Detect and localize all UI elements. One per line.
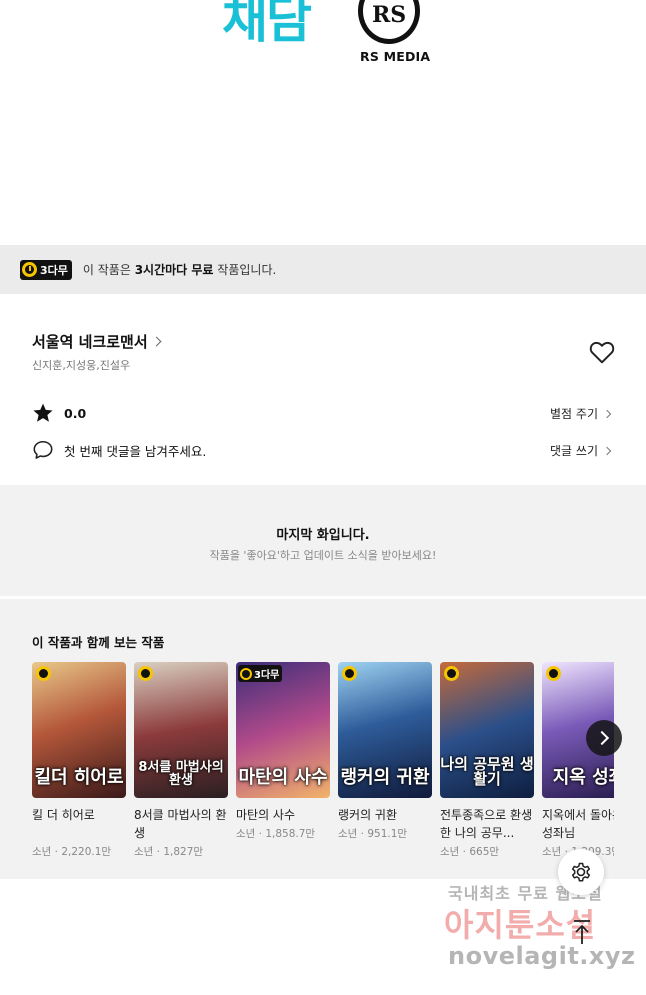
arrow-up-icon (574, 920, 590, 944)
cover-title-art: 나의 공무원 생활기 (440, 754, 534, 789)
chaedam-logo: 채담 (222, 0, 312, 49)
cover-image[interactable]: 나의 공무원 생활기 (440, 662, 534, 798)
scroll-to-top-button[interactable] (560, 910, 604, 954)
clock-icon (342, 666, 357, 681)
series-authors: 신지훈,지성웅,진설우 (32, 359, 131, 372)
chevron-right-icon (602, 446, 612, 455)
cover-title-art: 8서클 마법사의 환생 (138, 759, 224, 789)
rate-button-label: 별점 주기 (550, 407, 598, 421)
rate-button[interactable]: 별점 주기 (550, 405, 612, 422)
chevron-right-icon (602, 409, 612, 418)
star-icon (33, 403, 53, 422)
card-meta: 소년 · 1,827만 (134, 846, 204, 858)
free-banner-text-pre: 이 작품은 (82, 263, 135, 277)
clock-icon (444, 666, 459, 681)
cover-image[interactable]: 8서클 마법사의 환생 (134, 662, 228, 798)
rs-media-logo-mark: RS (358, 0, 420, 44)
free-banner-text: 이 작품은 3시간마다 무료 작품입니다. (83, 261, 276, 278)
card-title[interactable]: 마탄의 사수 (236, 806, 330, 824)
recommended-card[interactable]: 3다무 마탄의 사수 마탄의 사수 소년 · 1,858.7만 (236, 662, 330, 841)
recommended-card[interactable]: 나의 공무원 생활기 전투종족으로 환생한 나의 공무... 소년 · 665만 (440, 662, 534, 859)
card-meta: 소년 · 1,858.7만 (236, 828, 316, 840)
recommended-card[interactable]: 지옥 성좌 지옥에서 돌아온 성좌님 소년 · 1,209.3만 (542, 662, 614, 859)
wait-free-badge: 3다무 (20, 259, 72, 280)
card-title[interactable]: 전투종족으로 환생한 나의 공무... (440, 806, 534, 842)
card-meta: 소년 · 665만 (440, 846, 500, 858)
last-episode-notice: 마지막 화입니다. 작품을 '좋아요'하고 업데이트 소식을 받아보세요! (0, 482, 646, 596)
wait-free-badge-label: 3다무 (40, 263, 68, 277)
write-comment-button[interactable]: 댓글 쓰기 (550, 442, 612, 459)
wait-free-badge-label: 3다무 (254, 670, 280, 681)
clock-icon (22, 262, 37, 277)
free-banner-text-post: 작품입니다. (213, 263, 277, 277)
cover-title-art: 마탄의 사수 (238, 767, 328, 789)
gear-icon (571, 862, 591, 882)
recommended-card[interactable]: 킬더 히어로 킬 더 히어로 소년 · 2,220.1만 (32, 662, 126, 859)
card-meta: 소년 · 2,220.1만 (32, 846, 112, 858)
publisher-logos: 채담 RS RS MEDIA (0, 0, 646, 245)
card-title[interactable]: 지옥에서 돌아온 성좌님 (542, 806, 614, 842)
chevron-right-icon (151, 336, 162, 347)
recommended-section: 이 작품과 함께 보는 작품 킬더 히어로 킬 더 히어로 소년 · 2,220… (0, 596, 646, 879)
clock-icon (546, 666, 561, 681)
wait-free-badge: 3다무 (238, 665, 283, 682)
cover-title-art: 랭커의 귀환 (340, 767, 430, 789)
card-title[interactable]: 8서클 마법사의 환생 (134, 806, 228, 842)
recommended-card[interactable]: 랭커의 귀환 랭커의 귀환 소년 · 951.1만 (338, 662, 432, 841)
cover-title-art: 지옥 성좌 (552, 767, 614, 789)
write-comment-label: 댓글 쓰기 (550, 444, 598, 458)
carousel-next-button[interactable] (586, 720, 622, 756)
rating-value: 0.0 (64, 405, 87, 421)
recommended-card[interactable]: 8서클 마법사의 환생 8서클 마법사의 환생 소년 · 1,827만 (134, 662, 228, 859)
card-title[interactable]: 킬 더 히어로 (32, 806, 126, 842)
heart-icon[interactable] (589, 340, 615, 364)
comment-row: 첫 번째 댓글을 남겨주세요. (32, 439, 206, 461)
card-meta: 소년 · 951.1만 (338, 828, 408, 840)
cover-image[interactable]: 랭커의 귀환 (338, 662, 432, 798)
rs-mark-text: RS (372, 2, 407, 28)
series-title: 서울역 네크로맨서 (32, 333, 148, 351)
last-episode-subtitle: 작품을 '좋아요'하고 업데이트 소식을 받아보세요! (209, 549, 437, 562)
settings-button[interactable] (558, 849, 604, 895)
comment-bubble-icon (33, 440, 53, 459)
free-banner-text-bold: 3시간마다 무료 (134, 263, 214, 277)
card-title[interactable]: 랭커의 귀환 (338, 806, 432, 824)
comment-prompt: 첫 번째 댓글을 남겨주세요. (64, 443, 207, 459)
free-every-3-hours-banner: 3다무 이 작품은 3시간마다 무료 작품입니다. (0, 245, 646, 294)
series-info: 서울역 네크로맨서 신지훈,지성웅,진설우 0.0 별점 주기 첫 번째 댓글을… (0, 294, 646, 482)
clock-icon (138, 666, 153, 681)
rating-row: 0.0 (32, 402, 86, 424)
last-episode-title: 마지막 화입니다. (276, 528, 370, 543)
clock-icon (240, 667, 252, 680)
series-title-link[interactable]: 서울역 네크로맨서 (32, 331, 162, 352)
recommended-carousel[interactable]: 킬더 히어로 킬 더 히어로 소년 · 2,220.1만 8서클 마법사의 환생… (32, 662, 614, 877)
cover-image[interactable]: 3다무 마탄의 사수 (236, 662, 330, 798)
cover-title-art: 킬더 히어로 (34, 767, 124, 789)
site-watermark: 국내최초 무료 웹소설 아지툰소설 novelagit.xyz (444, 880, 644, 980)
rs-media-logo-text: RS MEDIA (360, 49, 431, 64)
recommended-heading: 이 작품과 함께 보는 작품 (32, 635, 165, 650)
watermark-line3: novelagit.xyz (448, 942, 636, 970)
clock-icon (36, 666, 51, 681)
cover-image[interactable]: 킬더 히어로 (32, 662, 126, 798)
